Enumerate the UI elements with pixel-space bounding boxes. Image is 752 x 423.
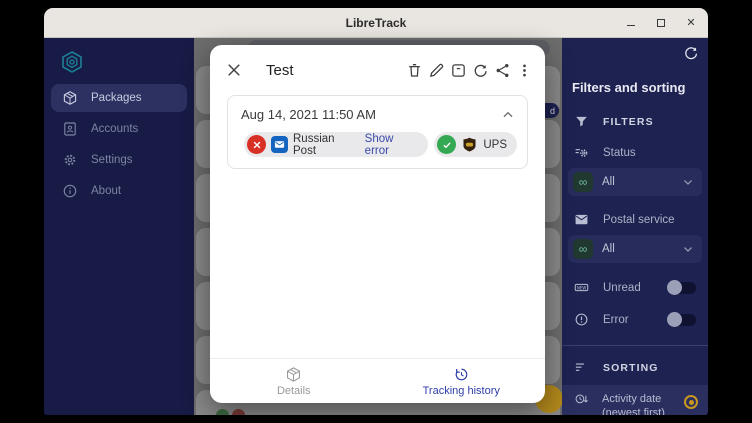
tab-details[interactable]: Details — [210, 359, 378, 403]
filter-settings-icon — [575, 149, 588, 157]
tracking-entry-card: Aug 14, 2021 11:50 AM Russian Post Show … — [227, 95, 528, 169]
sidebar-item-settings[interactable]: Settings — [51, 146, 187, 174]
window-controls: ✕ — [624, 8, 698, 38]
chevron-down-icon — [684, 180, 692, 185]
carrier-name: Russian Post — [293, 132, 335, 157]
status-filter-label-row: Status — [574, 145, 698, 160]
dialog-title: Test — [266, 61, 294, 79]
sidebar: Packages Accounts Settings About — [44, 38, 194, 415]
status-filter-value: All — [602, 176, 615, 188]
dialog-body-empty — [210, 169, 545, 358]
background-status-dot — [232, 409, 245, 415]
filter-funnel-icon — [576, 116, 587, 127]
dialog-tab-bar: Details Tracking history — [210, 358, 545, 403]
postal-service-dropdown[interactable]: ∞ All — [568, 235, 702, 263]
chevron-down-icon — [684, 247, 692, 252]
tracking-date: Aug 14, 2021 11:50 AM — [241, 107, 376, 122]
minimize-icon — [627, 25, 635, 26]
package-detail-dialog: Test Aug 14, 2021 11:50 AM Russian Post … — [210, 45, 545, 403]
share-button[interactable] — [494, 62, 511, 79]
carrier-name: UPS — [483, 138, 507, 151]
status-filter-label: Status — [603, 146, 636, 159]
sidebar-item-label: Settings — [91, 154, 133, 166]
toggle-knob — [667, 279, 682, 295]
settings-gear-icon — [64, 154, 76, 166]
error-outline-icon — [575, 313, 588, 326]
check-status-icon — [437, 135, 457, 154]
close-icon: ✕ — [686, 16, 696, 29]
ups-logo-icon — [461, 136, 478, 153]
carrier-chip-russian-post: Russian Post Show error — [244, 132, 429, 157]
tracking-date-row: Aug 14, 2021 11:50 AM — [228, 96, 527, 122]
show-error-link[interactable]: Show error — [365, 133, 419, 157]
unread-label: Unread — [603, 281, 641, 294]
russian-post-logo-icon — [271, 136, 288, 153]
background-status-dot — [216, 409, 229, 415]
archive-button[interactable] — [450, 62, 467, 79]
panel-divider — [562, 345, 708, 346]
postal-service-value: All — [602, 243, 615, 255]
status-filter-dropdown[interactable]: ∞ All — [568, 168, 702, 196]
dialog-actions — [404, 62, 533, 79]
error-status-icon — [247, 135, 266, 154]
sort-option-label: Activity date (newest first) — [602, 393, 665, 415]
window-title: LibreTrack — [345, 15, 407, 30]
clock-down-icon — [575, 394, 588, 404]
error-toggle[interactable] — [667, 311, 696, 327]
filters-header-label: FILTERS — [603, 115, 654, 128]
more-menu-button[interactable] — [516, 62, 533, 79]
info-icon — [63, 184, 77, 198]
sidebar-item-label: Packages — [91, 92, 142, 104]
postal-service-label: Postal service — [603, 213, 675, 226]
toggle-knob — [667, 311, 682, 327]
package-icon — [63, 91, 77, 105]
dialog-header: Test — [210, 45, 545, 95]
tab-label: Tracking history — [422, 384, 500, 397]
mail-icon — [575, 214, 588, 225]
error-toggle-row: Error — [574, 311, 698, 327]
sidebar-item-label: About — [91, 185, 122, 197]
infinity-icon: ∞ — [573, 239, 593, 259]
package-icon — [287, 366, 301, 382]
titlebar: LibreTrack ✕ — [44, 8, 708, 38]
refresh-button[interactable] — [472, 62, 489, 79]
edit-button[interactable] — [428, 62, 445, 79]
svg-text:NEW: NEW — [577, 285, 587, 290]
close-dialog-button[interactable] — [225, 61, 243, 79]
filters-section-header: FILTERS — [574, 114, 698, 129]
history-icon — [455, 368, 468, 380]
postal-service-label-row: Postal service — [574, 212, 698, 227]
sorting-header-label: SORTING — [603, 361, 659, 374]
accounts-icon — [64, 122, 76, 136]
filters-panel: Filters and sorting FILTERS Status ∞ All — [562, 38, 708, 415]
carrier-chip-ups: UPS — [434, 132, 517, 157]
tab-label: Details — [276, 384, 311, 397]
refresh-icon[interactable] — [683, 45, 699, 61]
maximize-icon — [657, 19, 665, 27]
sidebar-item-accounts[interactable]: Accounts — [51, 115, 187, 143]
sort-icon — [575, 363, 584, 371]
sorting-section-header: SORTING — [574, 360, 698, 375]
minimize-button[interactable] — [624, 16, 638, 30]
sidebar-item-about[interactable]: About — [51, 177, 187, 205]
tab-tracking-history[interactable]: Tracking history — [378, 359, 546, 403]
close-window-button[interactable]: ✕ — [684, 16, 698, 30]
sidebar-item-label: Accounts — [91, 123, 139, 135]
new-badge-icon: NEW — [574, 283, 589, 292]
radio-selected — [684, 395, 698, 409]
unread-toggle-row: NEW Unread — [574, 279, 698, 295]
sidebar-item-packages[interactable]: Packages — [51, 84, 187, 112]
unread-toggle[interactable] — [667, 279, 696, 295]
delete-button[interactable] — [406, 62, 423, 79]
collapse-chevron-up-icon[interactable] — [501, 108, 515, 122]
sort-option-activity-newest[interactable]: Activity date (newest first) — [562, 385, 708, 415]
carrier-chip-row: Russian Post Show error UPS — [228, 122, 527, 168]
maximize-button[interactable] — [654, 16, 668, 30]
filters-panel-title: Filters and sorting — [572, 80, 686, 95]
infinity-icon: ∞ — [573, 172, 593, 192]
app-logo-icon — [62, 51, 82, 73]
error-label: Error — [603, 313, 629, 326]
